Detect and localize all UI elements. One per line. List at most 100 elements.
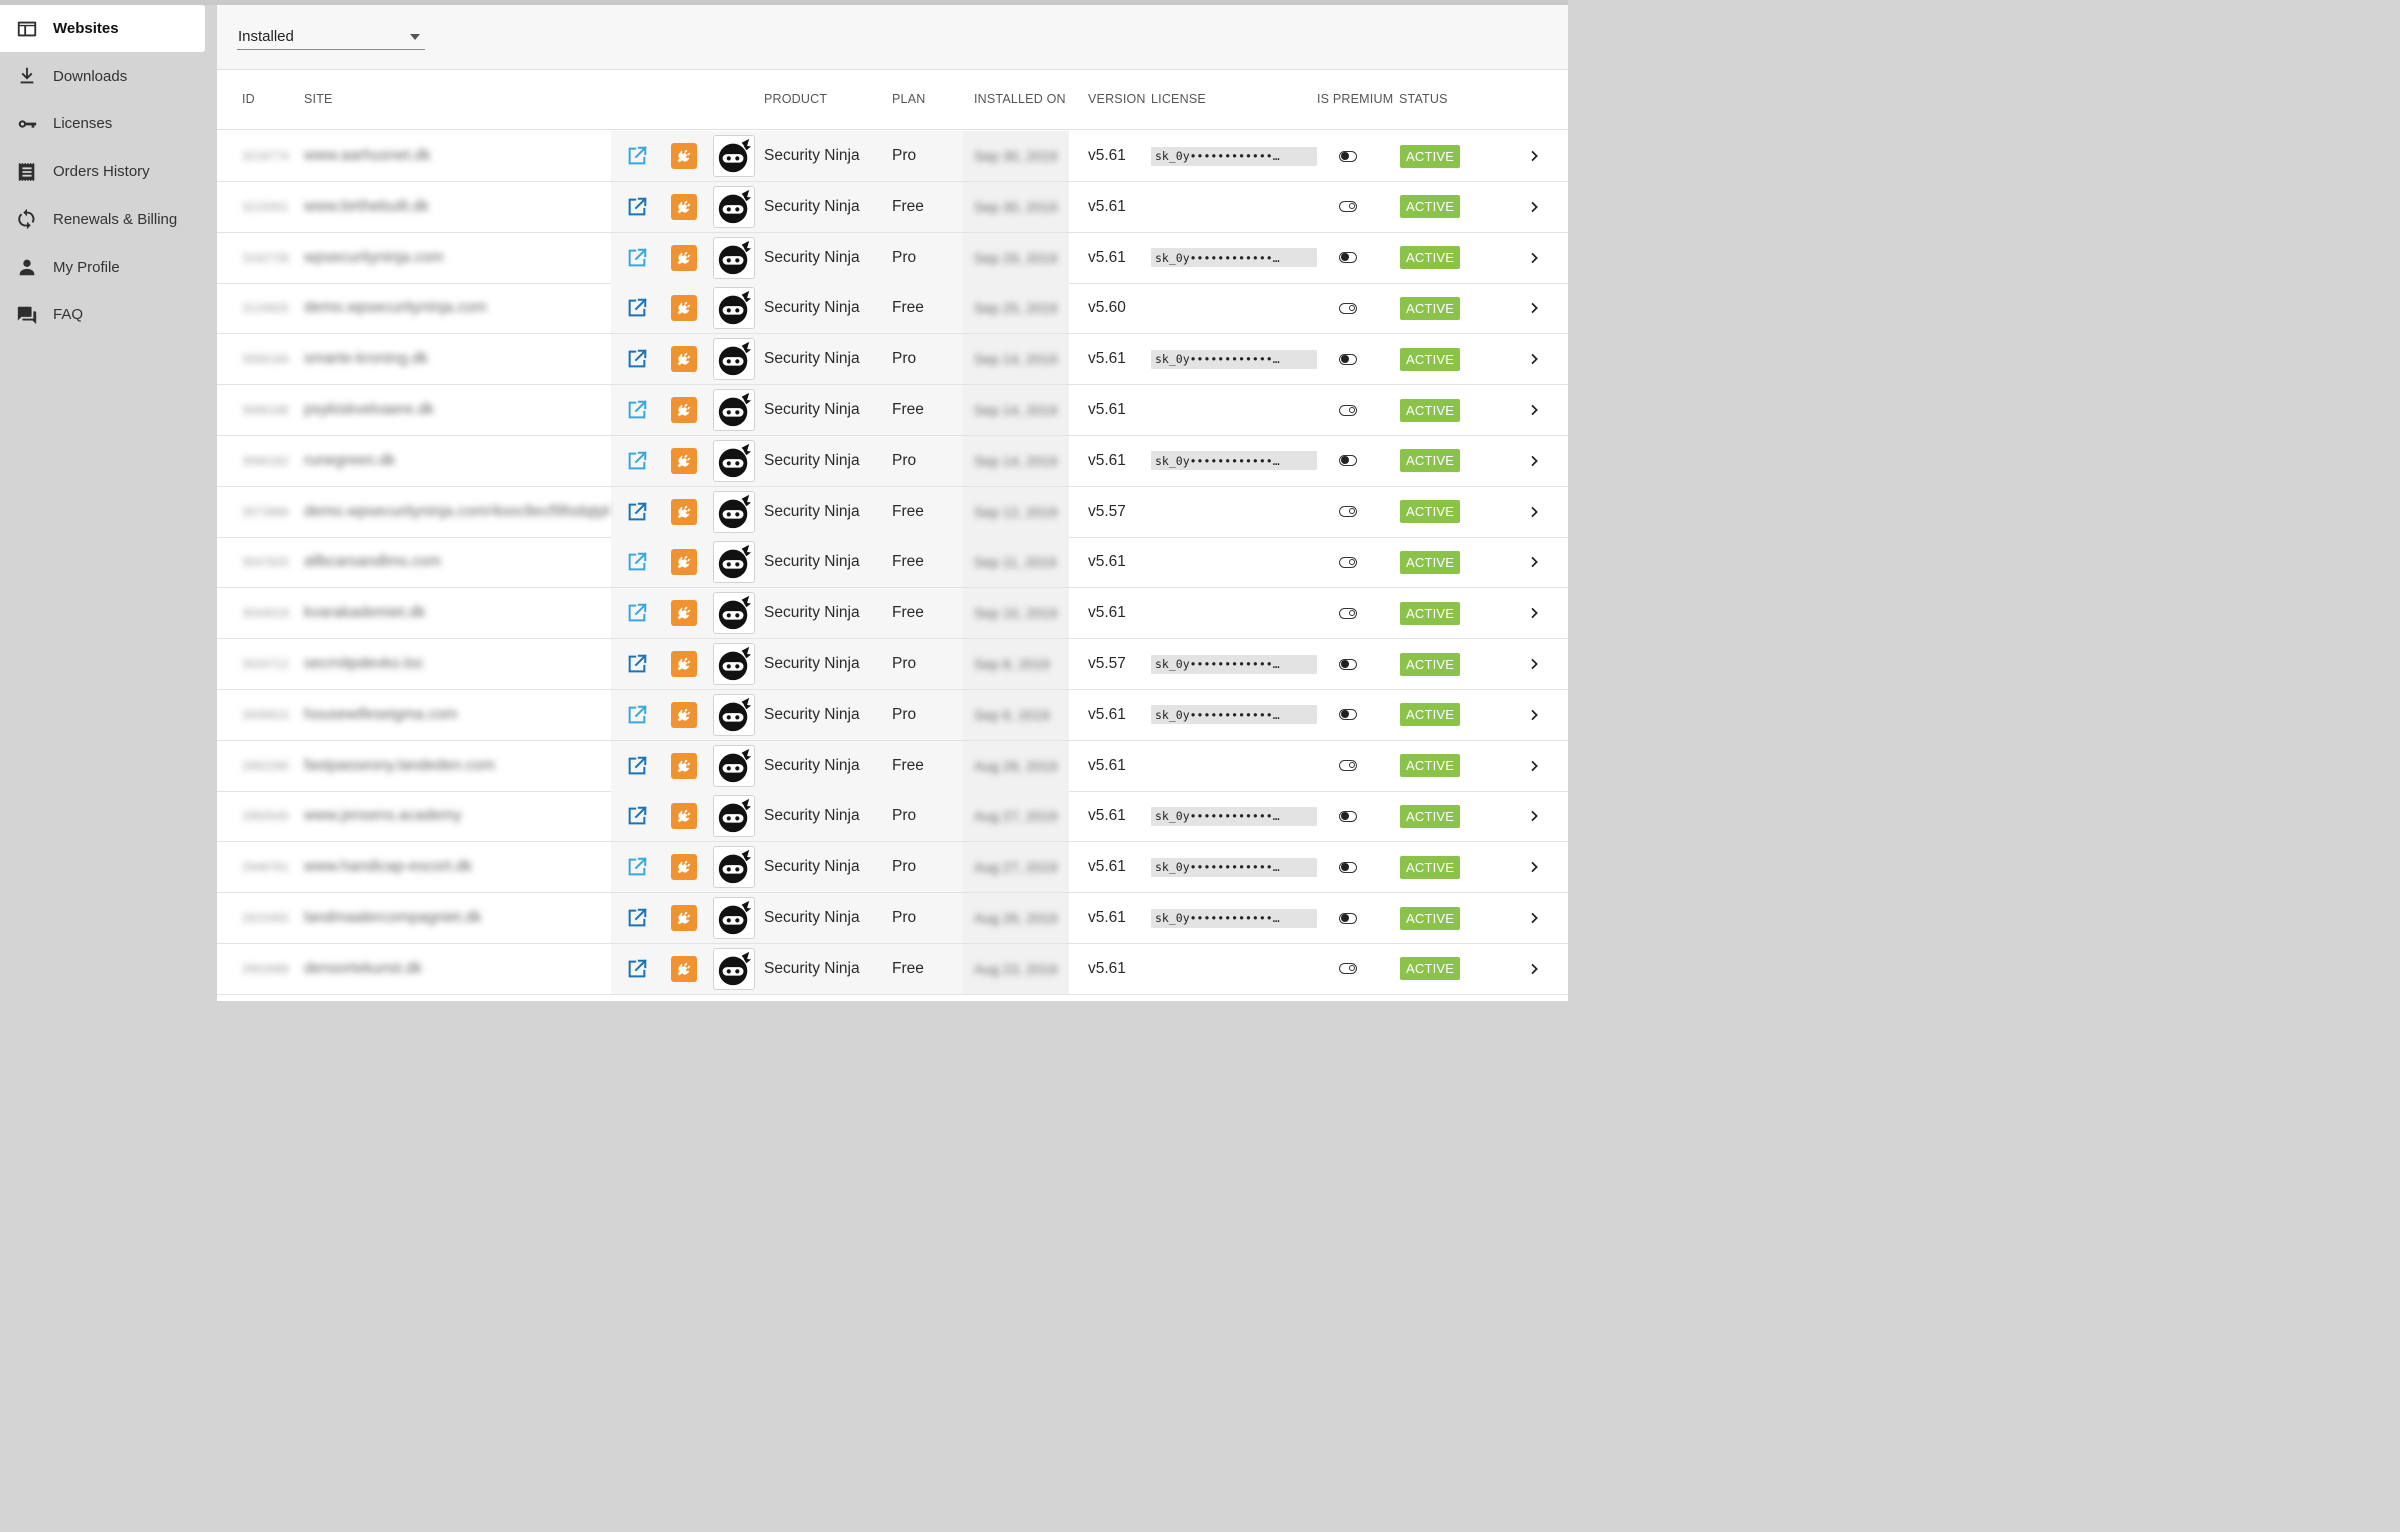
- table-row[interactable]: 3044019 kvarakademiet.dk Security Ninja Fre…: [217, 588, 1568, 640]
- site-url[interactable]: fastpassesny.landeden.com: [304, 741, 495, 791]
- external-link-icon[interactable]: [626, 653, 648, 675]
- license-key[interactable]: sk_0y••••••••••••…: [1151, 248, 1317, 268]
- plugin-icon[interactable]: [671, 651, 697, 677]
- chevron-right-icon[interactable]: [1526, 351, 1542, 367]
- col-header-site[interactable]: SITE: [304, 92, 333, 106]
- chevron-right-icon[interactable]: [1526, 605, 1542, 621]
- site-url[interactable]: runegreen.dk: [304, 436, 395, 486]
- plugin-icon[interactable]: [671, 701, 697, 728]
- premium-toggle-icon[interactable]: [1339, 709, 1357, 721]
- site-url[interactable]: landmaalercompagniet.dk: [304, 893, 482, 943]
- table-row[interactable]: 3218774 www.aarhusnet.dk Security Ninja Pro…: [217, 131, 1568, 182]
- table-row[interactable]: 3073966 demo.wpsecurityninja.com/4ooc8ecf…: [217, 486, 1568, 538]
- site-url[interactable]: www.birthebuilt.dk: [304, 182, 429, 232]
- site-url[interactable]: psykiskvelvaere.dk: [304, 385, 434, 435]
- license-key[interactable]: sk_0y••••••••••••…: [1151, 908, 1317, 928]
- external-link-icon[interactable]: [626, 145, 648, 167]
- table-row[interactable]: 3024712 secrnitpdevko.loc Security Ninja Pr…: [217, 639, 1568, 690]
- license-key[interactable]: sk_0y••••••••••••…: [1151, 654, 1317, 674]
- table-row[interactable]: 3009915 housewifeseigma.com Security Ninja…: [217, 689, 1568, 741]
- chevron-right-icon[interactable]: [1526, 961, 1542, 977]
- premium-toggle-icon[interactable]: [1339, 912, 1357, 924]
- col-header-is-premium[interactable]: IS PREMIUM: [1317, 92, 1393, 106]
- external-link-icon[interactable]: [626, 602, 648, 624]
- chevron-right-icon[interactable]: [1526, 707, 1542, 723]
- external-link-icon[interactable]: [626, 247, 648, 269]
- plugin-icon[interactable]: [671, 397, 697, 423]
- plugin-icon[interactable]: [671, 447, 697, 474]
- external-link-icon[interactable]: [626, 297, 648, 319]
- external-link-icon[interactable]: [626, 704, 648, 726]
- table-row[interactable]: 3066184 smarte-kroning.dk Security Ninja Pr…: [217, 334, 1568, 386]
- site-url[interactable]: secrnitpdevko.loc: [304, 639, 424, 689]
- plugin-icon[interactable]: [671, 854, 697, 881]
- site-url[interactable]: allbcarsandlms.com: [304, 537, 441, 587]
- license-key[interactable]: sk_0y••••••••••••…: [1151, 857, 1317, 877]
- plugin-icon[interactable]: [671, 600, 697, 627]
- premium-toggle-icon[interactable]: [1339, 150, 1357, 162]
- table-row[interactable]: 2946761 www.handicap-escort.dk Security Ni…: [217, 842, 1568, 894]
- chevron-right-icon[interactable]: [1526, 402, 1542, 418]
- plugin-icon[interactable]: [671, 346, 697, 373]
- site-url[interactable]: wpsecurityninja.com: [304, 233, 444, 283]
- col-header-id[interactable]: ID: [242, 92, 255, 106]
- external-link-icon[interactable]: [626, 856, 648, 878]
- chevron-right-icon[interactable]: [1526, 758, 1542, 774]
- premium-toggle-icon[interactable]: [1339, 252, 1357, 264]
- chevron-right-icon[interactable]: [1526, 453, 1542, 469]
- sidebar-item-downloads[interactable]: Downloads: [0, 53, 205, 100]
- table-row[interactable]: 2992290 fastpassesny.landeden.com Security…: [217, 740, 1568, 792]
- sidebar-item-my-profile[interactable]: My Profile: [0, 244, 205, 291]
- premium-toggle-icon[interactable]: [1339, 607, 1357, 619]
- plugin-icon[interactable]: [671, 498, 697, 525]
- license-key[interactable]: sk_0y••••••••••••…: [1151, 705, 1317, 725]
- installed-filter-select[interactable]: Installed: [237, 25, 425, 50]
- site-url[interactable]: densortekunst.dk: [304, 944, 422, 994]
- chevron-right-icon[interactable]: [1526, 554, 1542, 570]
- col-header-license[interactable]: LICENSE: [1151, 92, 1206, 106]
- premium-toggle-icon[interactable]: [1339, 455, 1357, 467]
- site-url[interactable]: www.aarhusnet.dk: [304, 131, 431, 181]
- sidebar-item-faq[interactable]: FAQ: [0, 291, 205, 338]
- premium-toggle-icon[interactable]: [1339, 201, 1357, 213]
- premium-toggle-icon[interactable]: [1339, 556, 1357, 568]
- table-row[interactable]: 3066186 psykiskvelvaere.dk Security Ninja F…: [217, 385, 1568, 436]
- premium-toggle-icon[interactable]: [1339, 658, 1357, 670]
- table-row[interactable]: 3162728 wpsecurityninja.com Security Ninja…: [217, 232, 1568, 284]
- table-row[interactable]: 3124925 demo.wpsecurityninja.com Security …: [217, 283, 1568, 335]
- chevron-right-icon[interactable]: [1526, 250, 1542, 266]
- external-link-icon[interactable]: [626, 196, 648, 218]
- site-url[interactable]: kvarakademiet.dk: [304, 588, 425, 638]
- plugin-icon[interactable]: [671, 143, 697, 169]
- plugin-icon[interactable]: [671, 905, 697, 931]
- table-row[interactable]: 2915455 landmaalercompagniet.dk Security N…: [217, 893, 1568, 944]
- col-header-version[interactable]: VERSION: [1088, 92, 1146, 106]
- chevron-right-icon[interactable]: [1526, 656, 1542, 672]
- col-header-installed-on[interactable]: INSTALLED ON: [974, 92, 1066, 106]
- table-row[interactable]: 2902688 densortekunst.dk Security Ninja Fre…: [217, 943, 1568, 995]
- plugin-icon[interactable]: [671, 549, 697, 576]
- plugin-icon[interactable]: [671, 295, 697, 322]
- chevron-right-icon[interactable]: [1526, 504, 1542, 520]
- table-row[interactable]: 3215001 www.birthebuilt.dk Security Ninja F…: [217, 181, 1568, 233]
- external-link-icon[interactable]: [626, 755, 648, 777]
- plugin-icon[interactable]: [671, 244, 697, 271]
- col-header-product[interactable]: PRODUCT: [764, 92, 827, 106]
- chevron-right-icon[interactable]: [1526, 859, 1542, 875]
- site-url[interactable]: housewifeseigma.com: [304, 690, 457, 740]
- external-link-icon[interactable]: [626, 551, 648, 573]
- sidebar-item-websites[interactable]: Websites: [0, 5, 205, 52]
- chevron-right-icon[interactable]: [1526, 300, 1542, 316]
- col-header-status[interactable]: STATUS: [1399, 92, 1448, 106]
- col-header-plan[interactable]: PLAN: [892, 92, 925, 106]
- sidebar-item-orders-history[interactable]: Orders History: [0, 148, 205, 195]
- external-link-icon[interactable]: [626, 805, 648, 827]
- external-link-icon[interactable]: [626, 399, 648, 421]
- chevron-right-icon[interactable]: [1526, 148, 1542, 164]
- table-row[interactable]: 3047820 allbcarsandlms.com Security Ninja F…: [217, 537, 1568, 589]
- site-url[interactable]: demo.wpsecurityninja.com: [304, 283, 487, 333]
- external-link-icon[interactable]: [626, 958, 648, 980]
- table-row[interactable]: 2950540 www.jensens.academy Security Ninja…: [217, 791, 1568, 843]
- chevron-right-icon[interactable]: [1526, 199, 1542, 215]
- license-key[interactable]: sk_0y••••••••••••…: [1151, 806, 1317, 826]
